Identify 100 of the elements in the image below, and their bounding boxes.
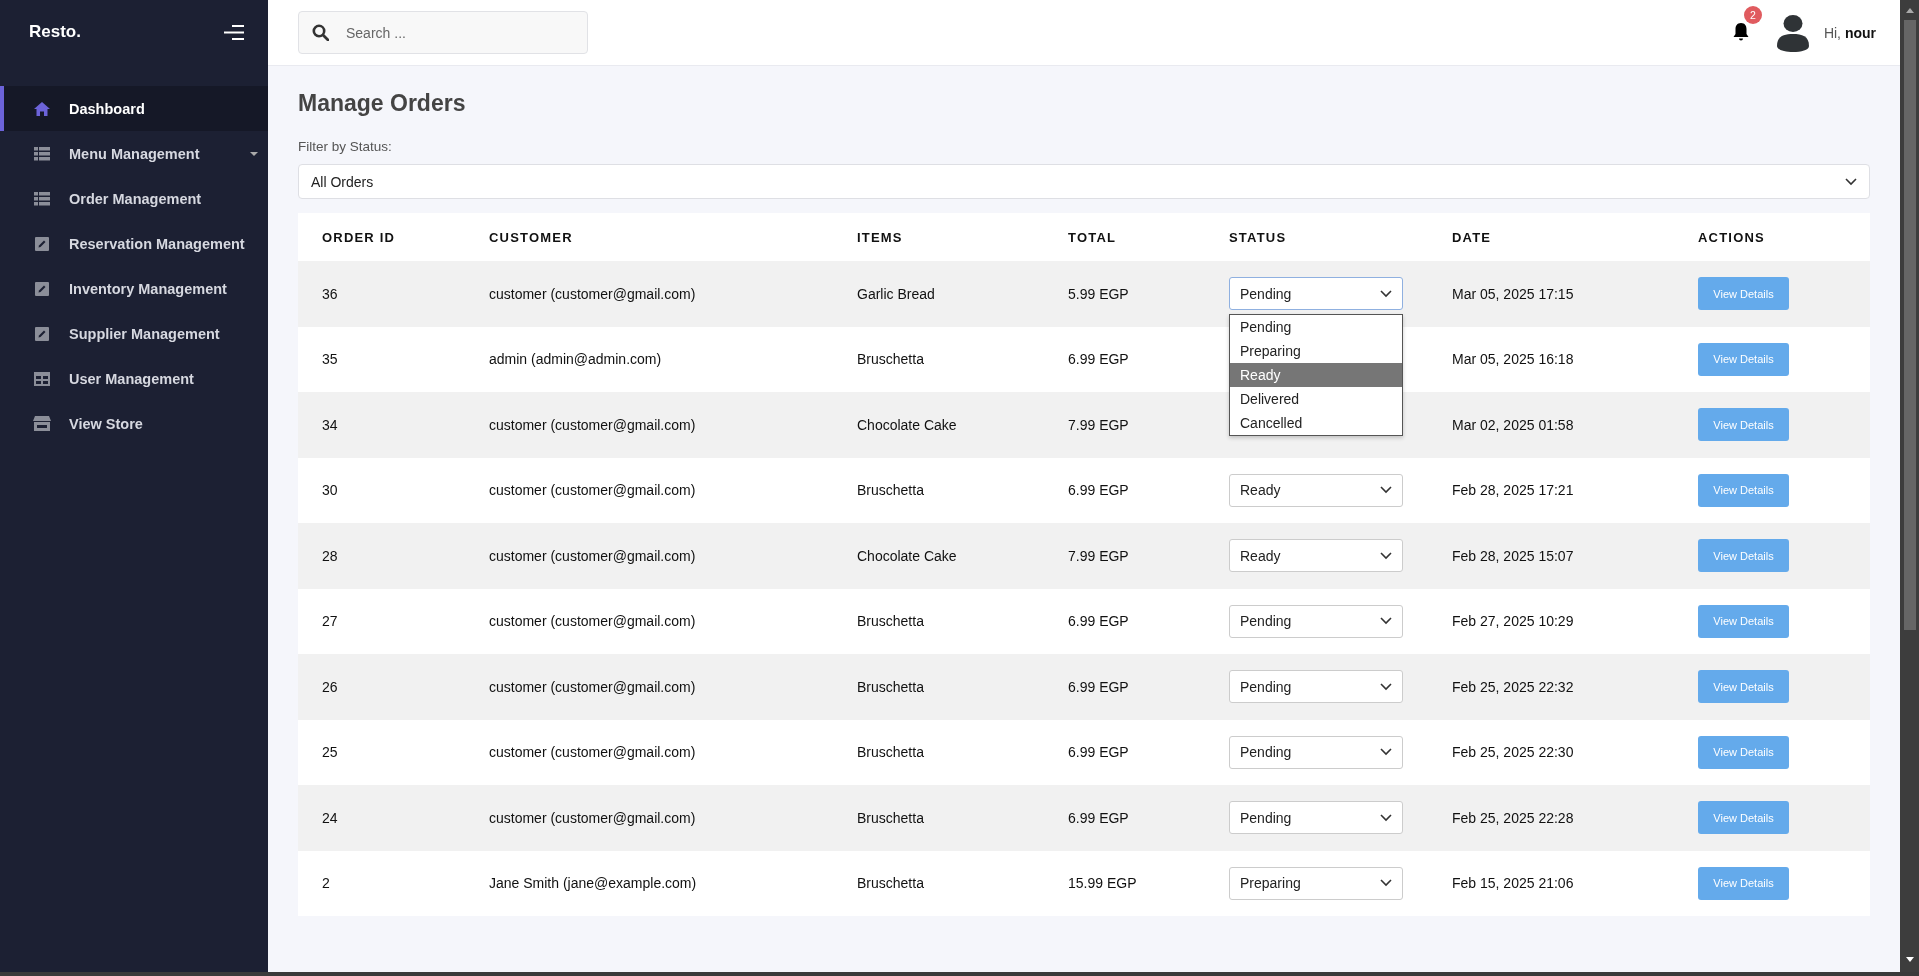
- date-cell-text: Feb 15, 2025 21:06: [1452, 875, 1575, 892]
- status-select[interactable]: Preparing: [1229, 866, 1403, 900]
- items-cell-text: Bruschetta: [857, 482, 925, 499]
- order-id: 35: [322, 351, 339, 368]
- column-header: TOTAL: [1068, 229, 1118, 245]
- chevron-down-icon: [1380, 486, 1392, 495]
- chevron-down-icon: [1380, 748, 1392, 757]
- status-select[interactable]: Pending: [1229, 604, 1403, 638]
- customer-cell-text: admin (admin@admin.com): [489, 351, 663, 368]
- items-cell-text: Chocolate Cake: [857, 547, 958, 564]
- column-header: DATE: [1452, 229, 1493, 245]
- total-cell-text: 6.99 EGP: [1068, 482, 1130, 499]
- items-cell-text: Bruschetta: [857, 613, 925, 630]
- status-select[interactable]: Ready: [1229, 539, 1403, 573]
- scroll-down-icon[interactable]: [1904, 956, 1915, 964]
- total-cell-text: 7.99 EGP: [1068, 416, 1130, 433]
- total-cell-text: 15.99 EGP: [1068, 875, 1138, 892]
- date-cell-text: Mar 05, 2025 16:18: [1452, 351, 1575, 368]
- order-id: 34: [322, 416, 339, 433]
- order-id: 28: [322, 547, 339, 564]
- sidebar-item[interactable]: View Store: [0, 401, 268, 446]
- search-field[interactable]: Search ...: [298, 11, 588, 54]
- date-cell-text: Feb 25, 2025 22:32: [1452, 678, 1575, 695]
- home-icon: [33, 100, 51, 117]
- customer-cell-text: customer (customer@gmail.com): [489, 416, 697, 433]
- status-filter-select[interactable]: All Orders: [298, 164, 1870, 199]
- customer-cell-text: Jane Smith (jane@example.com): [489, 875, 698, 892]
- list-icon: [34, 191, 50, 206]
- status-option[interactable]: Preparing: [1230, 339, 1402, 364]
- customer-cell-text: customer (customer@gmail.com): [489, 547, 697, 564]
- bell-icon[interactable]: [1731, 21, 1750, 42]
- items-cell-text: Bruschetta: [857, 744, 925, 761]
- items-cell-text: Garlic Bread: [857, 285, 936, 302]
- page-title: Manage Orders: [298, 90, 467, 117]
- status-select[interactable]: Pending: [1229, 277, 1403, 311]
- date-cell-text: Feb 25, 2025 22:30: [1452, 744, 1575, 761]
- customer-cell-text: customer (customer@gmail.com): [489, 809, 697, 826]
- chevron-down-icon: [1380, 551, 1392, 560]
- status-select[interactable]: Pending: [1229, 801, 1403, 835]
- total-cell-text: 7.99 EGP: [1068, 547, 1130, 564]
- order-id: 30: [322, 482, 339, 499]
- status-select[interactable]: Pending: [1229, 735, 1403, 769]
- user-avatar-icon[interactable]: [1775, 13, 1810, 52]
- caret-icon: [250, 151, 258, 156]
- status-select[interactable]: Ready: [1229, 473, 1403, 507]
- items-cell-text: Bruschetta: [857, 809, 925, 826]
- items-cell-text: Bruschetta: [857, 875, 925, 892]
- table-icon: [34, 371, 50, 386]
- chevron-down-icon: [1380, 289, 1392, 298]
- items-cell-text: Chocolate Cake: [857, 416, 958, 433]
- status-select[interactable]: Pending: [1229, 670, 1403, 704]
- customer-cell-text: customer (customer@gmail.com): [489, 678, 697, 695]
- date-cell-text: Mar 02, 2025 01:58: [1452, 416, 1575, 433]
- menu-icon[interactable]: [224, 24, 244, 40]
- edit-icon: [35, 326, 49, 341]
- status-option[interactable]: Cancelled: [1230, 411, 1402, 436]
- date-cell-text: Feb 28, 2025 15:07: [1452, 547, 1575, 564]
- chevron-down-icon: [1845, 177, 1857, 186]
- column-header: STATUS: [1229, 229, 1288, 245]
- column-header: ACTIONS: [1698, 229, 1766, 245]
- customer-cell-text: customer (customer@gmail.com): [489, 744, 697, 761]
- date-cell-text: Feb 25, 2025 22:28: [1452, 809, 1575, 826]
- order-id: 26: [322, 678, 339, 695]
- sidebar-item[interactable]: Menu Management: [0, 131, 268, 176]
- chevron-down-icon: [1380, 682, 1392, 691]
- date-cell-text: Feb 27, 2025 10:29: [1452, 613, 1575, 630]
- column-header: CUSTOMER: [489, 229, 574, 245]
- filter-label: Filter by Status:: [298, 139, 393, 154]
- total-cell-text: 5.99 EGP: [1068, 285, 1130, 302]
- order-id: 36: [322, 285, 339, 302]
- date-cell-text: Mar 05, 2025 17:15: [1452, 285, 1575, 302]
- sidebar-item[interactable]: Order Management: [0, 176, 268, 221]
- items-cell-text: Bruschetta: [857, 678, 925, 695]
- sidebar-item[interactable]: Inventory Management: [0, 266, 268, 311]
- column-header: ORDER ID: [322, 229, 397, 245]
- total-cell-text: 6.99 EGP: [1068, 809, 1130, 826]
- status-option[interactable]: Pending: [1230, 315, 1402, 340]
- customer-cell-text: customer (customer@gmail.com): [489, 613, 697, 630]
- order-id: 2: [322, 875, 331, 892]
- status-option[interactable]: Delivered: [1230, 387, 1402, 412]
- total-cell-text: 6.99 EGP: [1068, 678, 1130, 695]
- scroll-up-icon[interactable]: [1904, 6, 1915, 14]
- sidebar-item[interactable]: Dashboard: [0, 86, 268, 131]
- status-option[interactable]: Ready: [1230, 363, 1402, 388]
- date-cell-text: Feb 28, 2025 17:21: [1452, 482, 1575, 499]
- sidebar-item[interactable]: User Management: [0, 356, 268, 401]
- sidebar-item[interactable]: Reservation Management: [0, 221, 268, 266]
- items-cell-text: Bruschetta: [857, 351, 925, 368]
- edit-icon: [35, 236, 49, 251]
- total-cell-text: 6.99 EGP: [1068, 613, 1130, 630]
- list-icon: [34, 146, 50, 161]
- customer-cell-text: customer (customer@gmail.com): [489, 482, 697, 499]
- customer-cell-text: customer (customer@gmail.com): [489, 285, 697, 302]
- sidebar-item[interactable]: Supplier Management: [0, 311, 268, 356]
- total-cell-text: 6.99 EGP: [1068, 351, 1130, 368]
- edit-icon: [35, 281, 49, 296]
- column-header: ITEMS: [857, 229, 904, 245]
- chevron-down-icon: [1380, 879, 1392, 888]
- search-icon: [312, 24, 329, 41]
- chevron-down-icon: [1380, 617, 1392, 626]
